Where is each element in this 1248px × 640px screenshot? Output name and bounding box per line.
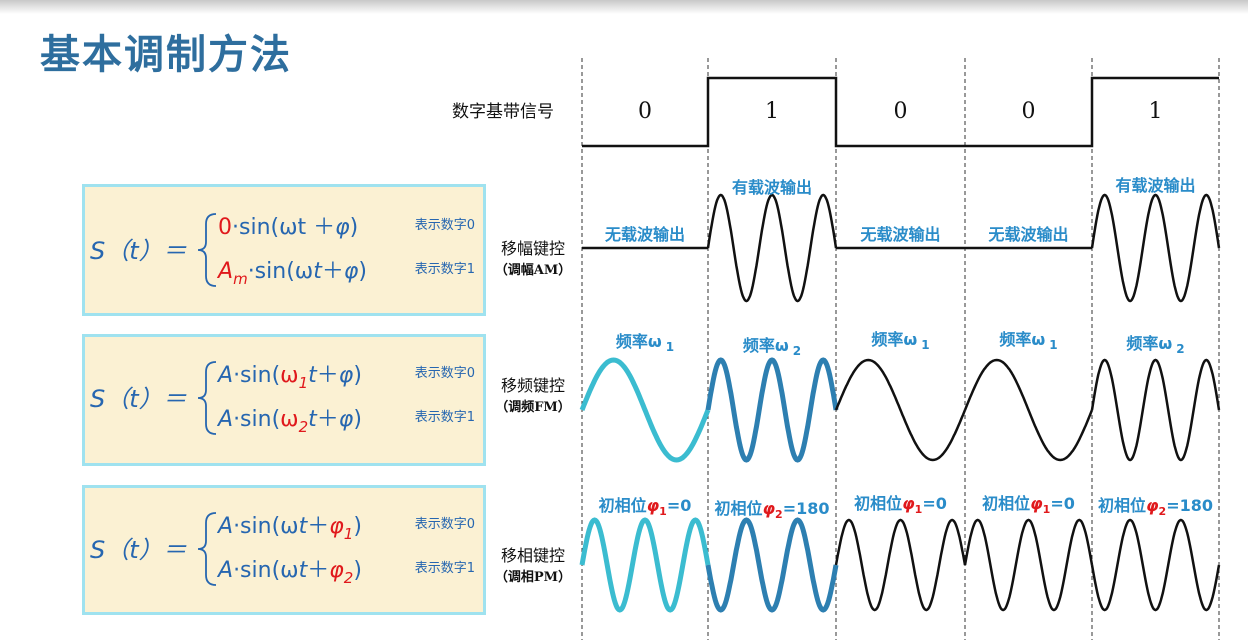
fm-formula-line2: A·sin(ω2t＋φ) [216, 407, 362, 436]
am-annotation-0: 无载波输出 [604, 225, 685, 244]
bit-value-4: 1 [1149, 99, 1163, 124]
pm-annotation-1: 初相位φ2=180 [715, 499, 830, 521]
pm-wave-4 [1090, 518, 1221, 612]
pm-formula-lhs: S（t）＝ [90, 536, 187, 564]
pm-formula-note1: 表示数字0 [415, 517, 475, 532]
fm-formula-brace [197, 361, 217, 435]
pm-wave-3 [963, 518, 1094, 612]
pm-formula-line1: A·sin(ωt＋φ1) [216, 514, 362, 543]
am-carrier-wave-4 [1090, 193, 1221, 303]
pm-annotation-2: 初相位φ1=0 [854, 494, 947, 516]
fm-formula-lhs: S（t）＝ [90, 385, 187, 413]
fm-wave-2 [834, 358, 967, 462]
pm-wave-0 [579, 517, 711, 613]
pm-annotation-3: 初相位φ1=0 [982, 494, 1075, 516]
am-formula-lhs: S（t）＝ [90, 237, 187, 265]
fm-annotation-3: 频率ω 1 [999, 330, 1057, 352]
am-annotation-1: 有载波输出 [732, 178, 812, 197]
fm-annotation-4: 频率ω 2 [1126, 334, 1184, 356]
fm-annotation-2: 频率ω 1 [871, 330, 929, 352]
bit-value-0: 0 [638, 99, 652, 124]
am-annotation-2: 无载波输出 [859, 225, 940, 244]
fm-annotation-0: 频率ω 1 [616, 332, 674, 354]
am-formula-line1: 0·sin(ωt ＋φ) [218, 215, 358, 240]
bit-value-3: 0 [1022, 99, 1036, 124]
fm-formula-line1: A·sin(ω1t＋φ) [216, 363, 362, 392]
modulation-diagram: 数字基带信号 0 1 0 0 1 无载波输出 有载波输出无载波输出 无载波输出 有载波输出频率ω 1… [90, 58, 1221, 640]
pm-formula-line2: A·sin(ωt＋φ2) [216, 558, 362, 587]
fm-wave-1 [705, 357, 839, 463]
pm-formula-brace [197, 512, 217, 586]
am-annotation-3: 无载波输出 [987, 225, 1068, 244]
am-formula-note2: 表示数字1 [415, 262, 475, 277]
am-carrier-wave-1 [706, 193, 838, 303]
fm-annotation-1: 频率ω 2 [743, 336, 801, 358]
pm-annotation-4: 初相位φ2=180 [1098, 496, 1213, 518]
fm-wave-3 [963, 358, 1094, 462]
am-annotation-4: 有载波输出 [1115, 176, 1195, 195]
signal-label: 数字基带信号 [452, 102, 554, 122]
am-formula-note1: 表示数字0 [415, 218, 475, 233]
bit-value-1: 1 [765, 99, 779, 124]
fm-wave-4 [1090, 358, 1221, 462]
pm-wave-1 [705, 517, 839, 613]
am-formula-brace [197, 213, 217, 287]
pm-annotation-0: 初相位φ1=0 [599, 496, 692, 518]
pm-wave-2 [834, 518, 967, 612]
pm-formula-note2: 表示数字1 [415, 561, 475, 576]
fm-wave-0 [579, 357, 711, 463]
am-formula-line2: Am·sin(ωt＋φ) [216, 259, 367, 288]
fm-formula-note2: 表示数字1 [415, 410, 475, 425]
fm-formula-note1: 表示数字0 [415, 366, 475, 381]
bit-value-2: 0 [894, 99, 908, 124]
